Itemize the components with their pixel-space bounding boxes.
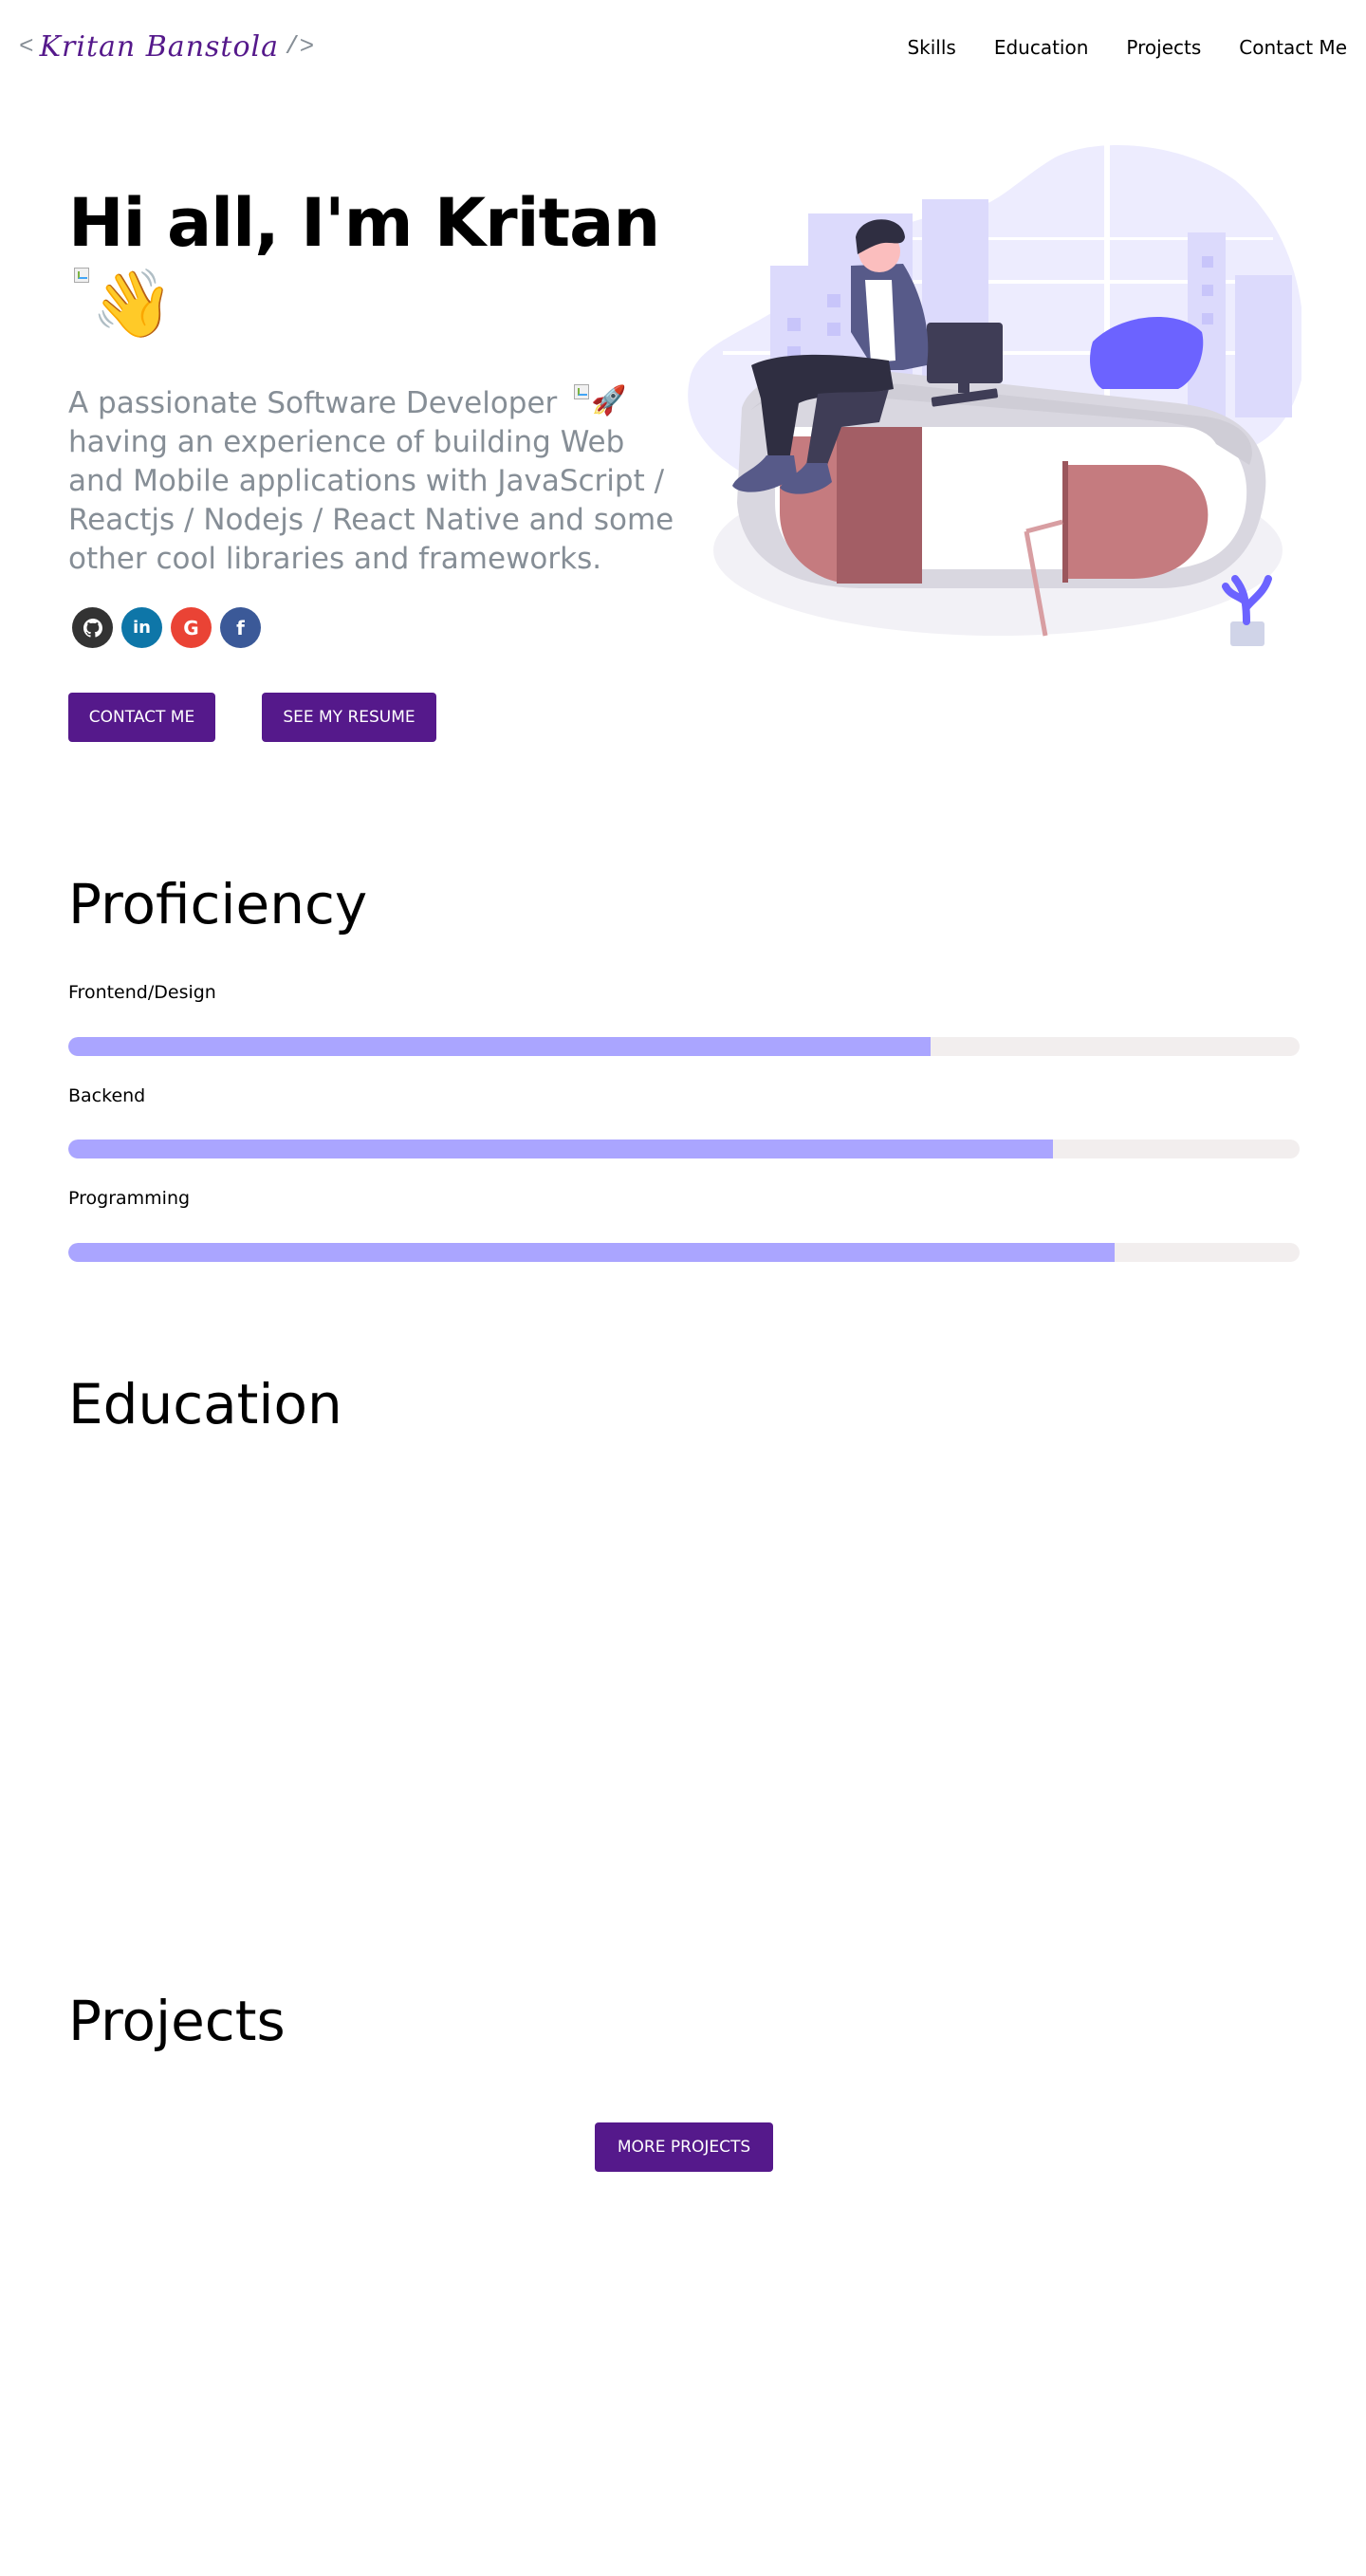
facebook-icon[interactable]: f	[220, 607, 261, 648]
nav-contact-me[interactable]: Contact Me	[1220, 28, 1366, 66]
skill-bar-frontend	[68, 1037, 1300, 1056]
wave-emoji: 👋	[91, 265, 175, 343]
google-glyph: G	[183, 616, 199, 639]
skill-bar-backend	[68, 1140, 1300, 1158]
nav-projects[interactable]: Projects	[1107, 28, 1220, 66]
rocket-emoji: 🚀	[591, 384, 627, 417]
greeting-subtitle-rest: having an experience of building Web and…	[68, 425, 674, 576]
main-nav: Skills Education Projects Contact Me	[888, 28, 1366, 66]
rocket-emoji-image: 🚀	[574, 384, 627, 418]
logo-signature: Kritan Banstola	[39, 29, 280, 64]
proficiency-title: Proficiency	[68, 872, 368, 936]
nav-education[interactable]: Education	[975, 28, 1108, 66]
education-title: Education	[68, 1372, 342, 1436]
more-projects-button[interactable]: More Projects	[595, 2122, 773, 2172]
broken-image-icon	[574, 384, 590, 399]
developer-at-desk-illustration	[688, 142, 1301, 646]
greeting-subtitle-lead: A passionate Software Developer	[68, 386, 558, 420]
greeting-title: Hi all, I'm Kritan	[68, 184, 660, 262]
skill-bar-fill-backend	[68, 1140, 1054, 1158]
logo-open-bracket: <	[19, 32, 34, 61]
nav-skills[interactable]: Skills	[888, 28, 974, 66]
linkedin-glyph: in	[133, 618, 151, 638]
skill-label-backend: Backend	[68, 1085, 146, 1106]
facebook-glyph: f	[236, 616, 245, 639]
greeting-subtitle: A passionate Software Developer 🚀 having…	[68, 384, 685, 579]
see-my-resume-button[interactable]: See my resume	[262, 693, 436, 742]
skill-label-programming: Programming	[68, 1188, 191, 1209]
linkedin-icon[interactable]: in	[121, 607, 162, 648]
header: < Kritan Banstola /> Skills Education Pr…	[0, 0, 1366, 95]
skill-bar-fill-programming	[68, 1243, 1116, 1262]
skill-label-frontend: Frontend/Design	[68, 982, 216, 1003]
skill-bar-fill-frontend	[68, 1037, 931, 1056]
github-icon[interactable]	[72, 607, 113, 648]
contact-me-button[interactable]: Contact me	[68, 693, 215, 742]
broken-image-icon	[74, 268, 89, 283]
social-media-links: in G f	[72, 607, 269, 648]
projects-title: Projects	[68, 1989, 286, 2053]
logo-close-bracket: />	[285, 32, 315, 61]
wave-emoji-image: 👋	[74, 265, 178, 353]
google-icon[interactable]: G	[171, 607, 212, 648]
skill-bar-programming	[68, 1243, 1300, 1262]
logo[interactable]: < Kritan Banstola />	[19, 23, 314, 70]
